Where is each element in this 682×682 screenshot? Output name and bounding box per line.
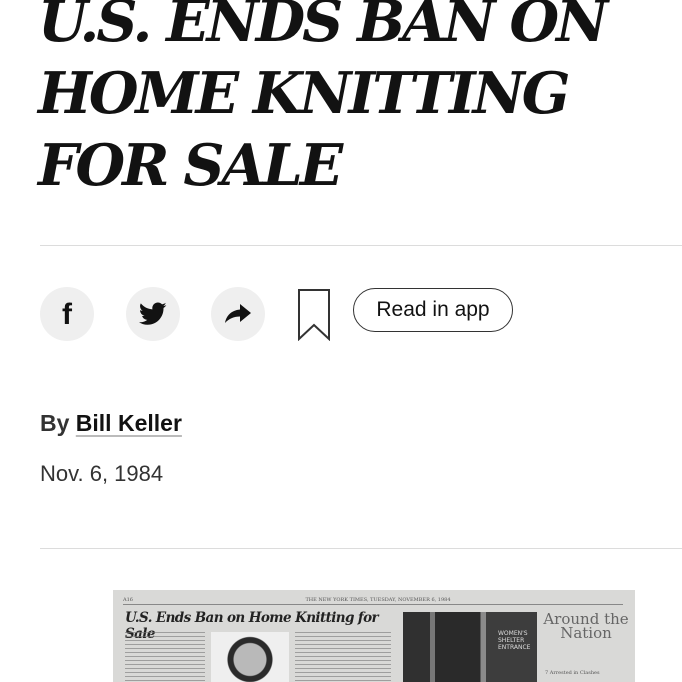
share-button[interactable] [211, 287, 265, 341]
byline-prefix: By [40, 410, 70, 436]
article-headline: U.S. ENDS BAN ON HOME KNITTING FOR SALE [38, 0, 608, 199]
clipping-around-the-nation: Around the Nation [543, 610, 629, 642]
save-article-button[interactable] [297, 289, 331, 342]
divider-top [40, 245, 682, 246]
clipping-text-column [295, 632, 391, 682]
clipping-page-number: A16 [123, 597, 133, 603]
share-arrow-icon [225, 304, 251, 323]
bookmark-icon [298, 289, 330, 342]
divider-bottom [40, 548, 682, 549]
author-link[interactable]: Bill Keller [76, 410, 182, 436]
publish-date: Nov. 6, 1984 [40, 461, 164, 486]
byline: By Bill Keller [40, 410, 182, 437]
twitter-share-button[interactable] [126, 287, 180, 341]
facebook-icon: f [62, 298, 72, 331]
clipping-text-column [125, 632, 205, 682]
clipping-masthead: THE NEW YORK TIMES, TUESDAY, NOVEMBER 6,… [305, 597, 451, 603]
clipping-sign-text: WOMEN'S SHELTER ENTRANCE [498, 630, 531, 651]
clipping-page-header: A16 THE NEW YORK TIMES, TUESDAY, NOVEMBE… [123, 596, 623, 605]
read-in-app-button[interactable]: Read in app [353, 288, 513, 332]
twitter-icon [139, 302, 167, 325]
clipping-nation-subhead: 7 Arrested in Clashes [545, 670, 600, 676]
clipping-portrait-photo [211, 632, 289, 682]
archive-page-image[interactable]: A16 THE NEW YORK TIMES, TUESDAY, NOVEMBE… [113, 590, 635, 682]
facebook-share-button[interactable]: f [40, 287, 94, 341]
